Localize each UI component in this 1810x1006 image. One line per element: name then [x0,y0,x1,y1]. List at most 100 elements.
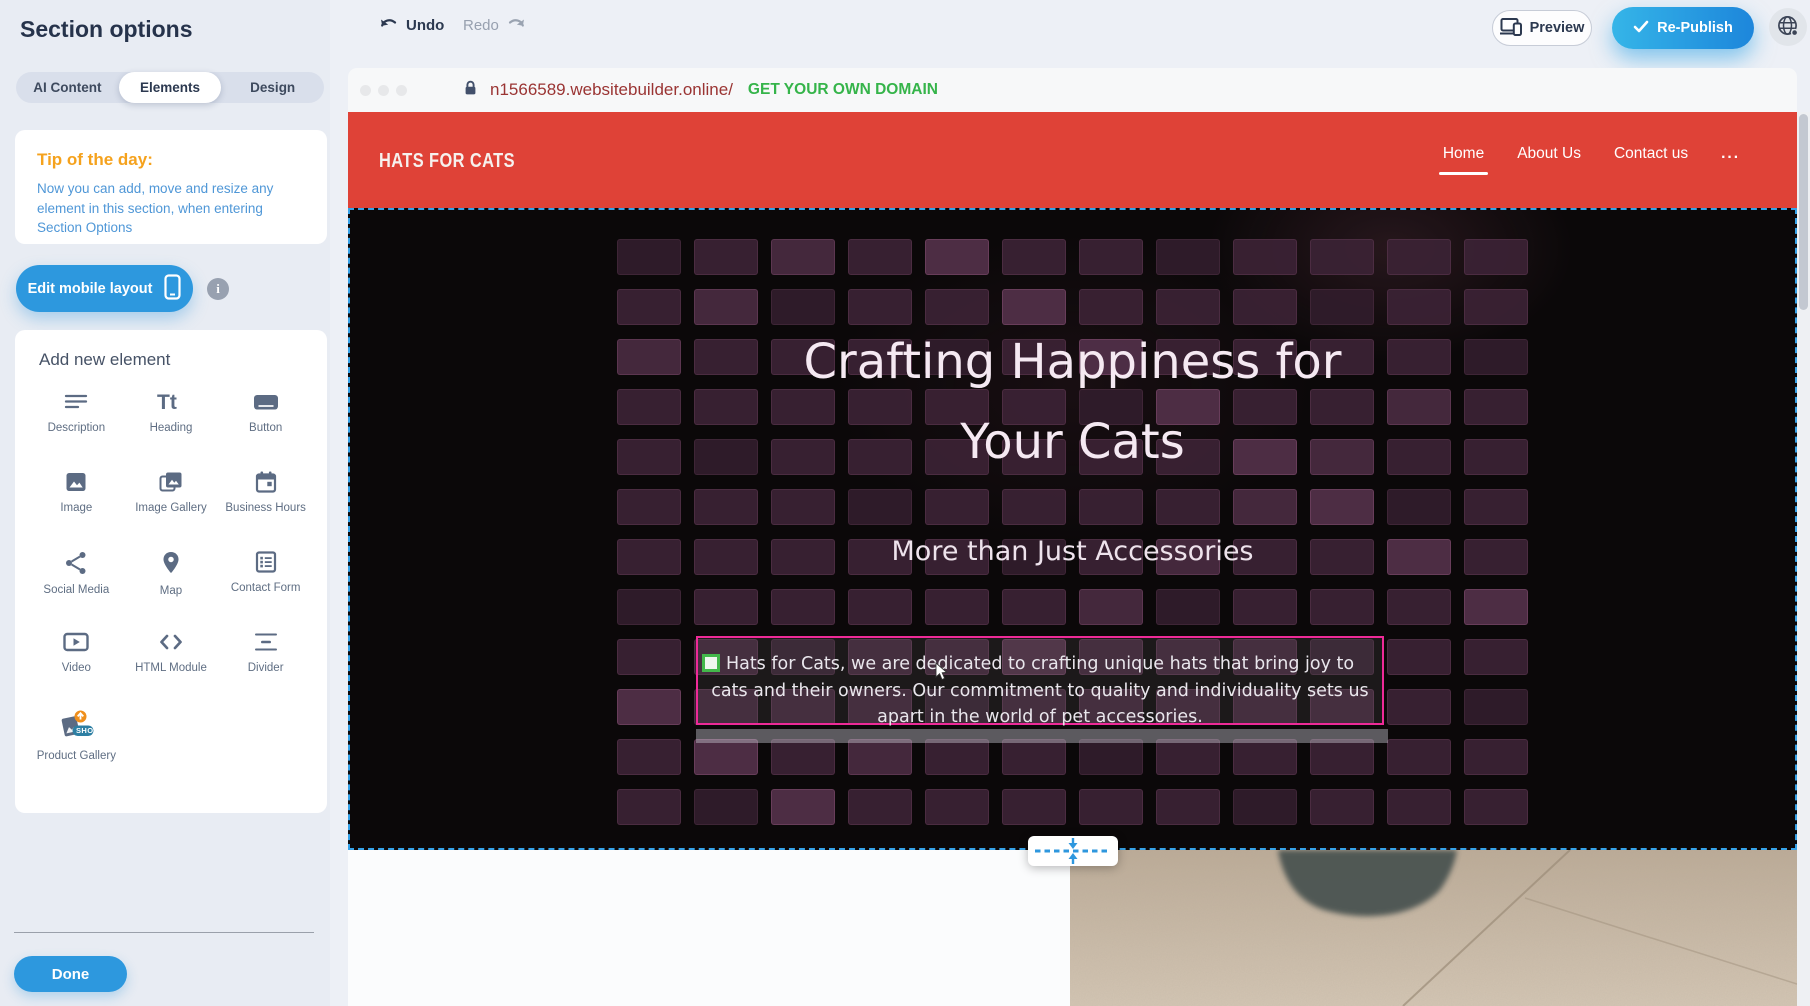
hero-tile [1310,589,1374,625]
selected-paragraph-element[interactable]: Hats for Cats, we are dedicated to craft… [696,636,1384,725]
section-resize-control[interactable] [1028,836,1118,866]
drag-ghost-bar [696,729,1388,743]
hero-tile [694,789,758,825]
drag-handle[interactable] [702,654,720,672]
hero-tile [1233,789,1297,825]
hero-tile [694,239,758,275]
floor-photo-art [1070,850,1797,1006]
get-domain-link[interactable]: GET YOUR OWN DOMAIN [748,81,938,99]
add-element-title: Add new element [39,350,313,370]
nav-more-button[interactable]: ... [1721,145,1740,169]
element-item-label: Map [160,584,182,599]
hero-tile [1464,789,1528,825]
hero-subheading[interactable]: More than Just Accessories [350,536,1795,567]
hero-tile [1310,789,1374,825]
element-item-label: Divider [248,661,284,676]
hero-tile [925,489,989,525]
hero-section[interactable]: Crafting Happiness forYour Cats More tha… [348,208,1797,850]
window-dot [360,85,371,96]
hero-tile [617,589,681,625]
hero-tile [1387,589,1451,625]
panel-footer-divider [14,932,314,933]
hero-tile [1079,289,1143,325]
republish-button[interactable]: Re-Publish [1612,7,1754,49]
element-item-heading[interactable]: TtHeading [124,376,219,456]
hero-tile [925,289,989,325]
hero-tile [771,789,835,825]
element-item-business-hours[interactable]: Business Hours [218,456,313,536]
element-item-map[interactable]: Map [124,536,219,616]
hero-tile [925,239,989,275]
done-button[interactable]: Done [14,956,127,992]
hero-tile [694,739,758,775]
mouse-cursor [935,662,948,686]
tab-elements[interactable]: Elements [119,72,222,103]
business-hours-icon [254,470,278,494]
element-item-product-gallery[interactable]: SHOPProduct Gallery [29,696,124,776]
hero-tile [617,289,681,325]
preview-button[interactable]: Preview [1492,10,1592,46]
element-item-button[interactable]: Button [218,376,313,456]
hero-tile [1464,489,1528,525]
undo-button[interactable]: Undo [373,15,450,36]
hero-tile [1464,589,1528,625]
paragraph-text: Hats for Cats, we are dedicated to craft… [708,651,1372,731]
element-item-image-gallery[interactable]: Image Gallery [124,456,219,536]
redo-button[interactable]: Redo [457,15,532,36]
element-item-label: Heading [150,421,193,436]
button-icon [252,390,280,414]
site-nav: Home About Us Contact us... [1443,145,1740,169]
hero-tile [1079,739,1143,775]
check-icon [1633,20,1649,37]
hero-tile [1387,289,1451,325]
element-item-label: Button [249,421,282,436]
element-item-label: Image [60,501,92,516]
hero-tile [848,239,912,275]
element-item-image[interactable]: Image [29,456,124,536]
product-gallery-icon: SHOP [56,710,96,742]
url-text[interactable]: n1566589.websitebuilder.online/ [490,80,733,100]
hero-tile [694,589,758,625]
window-dot [378,85,389,96]
phone-icon [164,274,181,304]
element-item-html-module[interactable]: HTML Module [124,616,219,696]
element-item-divider[interactable]: Divider [218,616,313,696]
scrollbar-thumb[interactable] [1799,114,1808,310]
image-icon [64,470,88,494]
hero-tile [1464,289,1528,325]
hero-tile [925,789,989,825]
element-item-social-media[interactable]: Social Media [29,536,124,616]
tab-design[interactable]: Design [221,72,324,103]
hero-tile [1387,789,1451,825]
hero-tile [1079,239,1143,275]
redo-label: Redo [463,17,499,34]
svg-text:SHOP: SHOP [76,726,96,735]
element-item-contact-form[interactable]: Contact Form [218,536,313,616]
language-globe-button[interactable] [1769,8,1807,46]
element-item-video[interactable]: Video [29,616,124,696]
add-element-card: Add new element DescriptionTtHeading Butt… [15,330,327,813]
hero-tile [925,589,989,625]
hero-tile [617,239,681,275]
nav-item-contact-us[interactable]: Contact us [1614,145,1688,169]
info-icon[interactable]: i [207,278,229,300]
hero-tile [1079,489,1143,525]
element-item-label: Social Media [43,583,109,598]
site-logo: HATS FOR CATS [379,150,515,173]
element-item-description[interactable]: Description [29,376,124,456]
hero-tile [1079,589,1143,625]
edit-mobile-layout-button[interactable]: Edit mobile layout [16,265,193,312]
nav-item-home[interactable]: Home [1443,145,1484,169]
window-dot [396,85,407,96]
tab-ai-content[interactable]: AI Content [16,72,119,103]
nav-item-about-us[interactable]: About Us [1517,145,1581,169]
contact-form-icon [254,550,278,574]
hero-heading[interactable]: Crafting Happiness forYour Cats [350,322,1795,482]
hero-tile [617,639,681,675]
hero-tile [1233,289,1297,325]
hero-tile [1387,689,1451,725]
hero-tile [848,489,912,525]
html-module-icon [157,630,185,654]
hero-tile [694,289,758,325]
section-options-panel: Section options AI ContentElementsDesign… [0,0,330,1006]
